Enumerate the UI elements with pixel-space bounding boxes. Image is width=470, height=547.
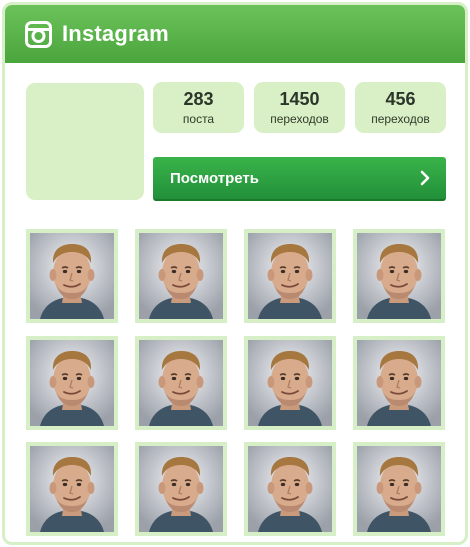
stat-posts-label: поста (182, 112, 215, 126)
photo-thumbnail[interactable] (26, 229, 118, 323)
photo-thumbnail[interactable] (353, 229, 445, 323)
portrait-image (248, 446, 332, 532)
instagram-icon (25, 20, 52, 48)
portrait-image (248, 233, 332, 319)
stat-visits-2: 456 переходов (355, 82, 446, 133)
profile-avatar[interactable] (26, 83, 144, 200)
view-button[interactable]: Посмотреть (153, 157, 446, 201)
portrait-image (139, 233, 223, 319)
photo-thumbnail[interactable] (244, 442, 336, 536)
photo-thumbnail[interactable] (244, 229, 336, 323)
stat-visits-2-label: переходов (371, 112, 430, 126)
view-button-label: Посмотреть (170, 169, 259, 187)
portrait-image (357, 233, 441, 319)
stat-visits-value: 1450 (279, 89, 320, 109)
instagram-widget: Instagram 283 поста 1450 переходов 456 п… (2, 2, 468, 545)
widget-header: Instagram (5, 5, 465, 63)
chevron-right-icon (420, 170, 430, 186)
portrait-image (30, 233, 114, 319)
photo-thumbnail[interactable] (135, 229, 227, 323)
photo-thumbnail[interactable] (353, 336, 445, 430)
photo-thumbnail[interactable] (135, 442, 227, 536)
portrait-image (30, 340, 114, 426)
portrait-image (139, 340, 223, 426)
photo-thumbnail[interactable] (135, 336, 227, 430)
portrait-image (139, 446, 223, 532)
photo-grid (26, 229, 446, 536)
photo-thumbnail[interactable] (26, 336, 118, 430)
photo-thumbnail[interactable] (244, 336, 336, 430)
portrait-image (30, 446, 114, 532)
stat-visits: 1450 переходов (254, 82, 345, 133)
widget-title: Instagram (62, 21, 169, 46)
stat-visits-label: переходов (270, 112, 329, 126)
stat-posts-value: 283 (183, 89, 214, 109)
photo-thumbnail[interactable] (26, 442, 118, 536)
stat-posts: 283 поста (153, 82, 244, 133)
stat-visits-2-value: 456 (385, 89, 416, 109)
photo-thumbnail[interactable] (353, 442, 445, 536)
portrait-image (248, 340, 332, 426)
portrait-image (357, 340, 441, 426)
portrait-image (357, 446, 441, 532)
